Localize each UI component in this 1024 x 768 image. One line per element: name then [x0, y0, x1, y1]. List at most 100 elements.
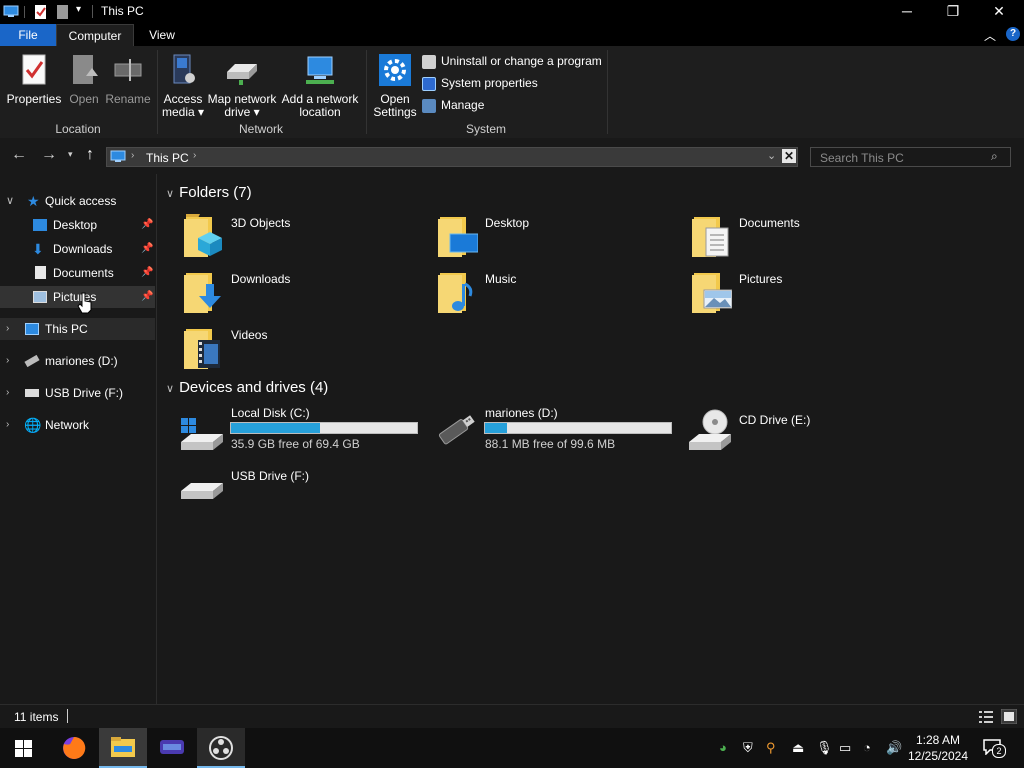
taskbar-app[interactable] [148, 728, 196, 768]
collapse-ribbon-icon[interactable]: ︿ [984, 27, 996, 44]
open-settings-button[interactable]: Open Settings [371, 54, 419, 119]
open-settings-label-line2: Settings [373, 105, 417, 119]
nav-network[interactable]: › 🌐 Network [0, 414, 155, 436]
new-folder-quick-icon[interactable] [57, 4, 69, 20]
close-button[interactable]: ✕ [976, 0, 1022, 24]
expand-chevron-icon[interactable]: › [6, 318, 9, 340]
location-icon[interactable]: ◔ [863, 740, 871, 755]
minimize-button[interactable]: ─ [884, 0, 930, 24]
folder-3d-objects[interactable]: 3D Objects [184, 214, 424, 264]
drive-usage-fill [485, 423, 508, 433]
breadcrumb-separator-icon[interactable]: › [193, 150, 196, 161]
desktop-icon [33, 219, 47, 231]
recent-locations-chevron-icon[interactable]: ▾ [68, 149, 73, 160]
breadcrumb-this-pc[interactable]: This PC [146, 151, 189, 165]
drive-d[interactable]: mariones (D:) 88.1 MB free of 99.6 MB [433, 406, 678, 462]
network-status-icon[interactable]: ▭ [839, 740, 851, 756]
map-network-drive-button[interactable]: Map network drive ▾ [206, 54, 278, 119]
add-network-location-button[interactable]: Add a network location [280, 54, 360, 119]
usb-eject-icon[interactable]: ⏏ [792, 740, 804, 756]
system-properties-button[interactable]: System properties [422, 74, 538, 92]
folder-music[interactable]: Music [438, 270, 678, 320]
open-button[interactable]: Open [64, 54, 104, 106]
tab-computer[interactable]: Computer [56, 24, 134, 46]
folder-videos[interactable]: Videos [184, 326, 424, 376]
windows-start-icon[interactable] [15, 740, 33, 758]
expand-chevron-icon[interactable]: › [6, 382, 9, 404]
up-arrow-icon[interactable]: ↑ [86, 146, 94, 164]
folder-desktop[interactable]: Desktop [438, 214, 678, 264]
status-bar: 11 items [0, 704, 1024, 729]
folder-documents[interactable]: Documents [692, 214, 932, 264]
this-pc-icon [110, 150, 126, 162]
details-view-icon[interactable] [978, 710, 994, 724]
ribbon: Properties Open Rename Location Access m… [0, 46, 1024, 139]
drive-e[interactable]: CD Drive (E:) [687, 406, 932, 462]
properties-quick-icon[interactable] [34, 4, 48, 20]
taskbar-firefox[interactable] [50, 728, 98, 768]
rename-button[interactable]: Rename [104, 54, 152, 106]
forward-arrow-icon[interactable]: → [41, 146, 57, 164]
title-bar: ▾ This PC ─ ❐ ✕ [0, 0, 1024, 24]
uninstall-label: Uninstall or change a program [441, 54, 602, 68]
search-box[interactable]: ⌕ [810, 147, 1011, 167]
nav-drive-d[interactable]: › mariones (D:) [0, 350, 155, 372]
address-dropdown-icon[interactable]: ⌄ [767, 149, 776, 162]
videos-folder-icon [184, 329, 220, 369]
store-tray-icon[interactable]: ◕ [719, 740, 727, 755]
clock[interactable]: 1:28 AM 12/25/2024 [906, 732, 970, 764]
documents-folder-icon [692, 217, 729, 257]
search-tray-icon[interactable]: ⚲ [766, 740, 776, 756]
tab-view[interactable]: View [136, 24, 188, 46]
expand-chevron-icon[interactable]: › [6, 350, 9, 372]
restore-button[interactable]: ❐ [930, 0, 976, 24]
nav-this-pc[interactable]: › This PC [0, 318, 155, 340]
drive-name: USB Drive (F:) [231, 469, 309, 483]
back-arrow-icon[interactable]: ← [11, 146, 27, 164]
folder-downloads[interactable]: Downloads [184, 270, 424, 320]
taskbar-file-explorer[interactable] [99, 728, 147, 768]
drive-name: Local Disk (C:) [231, 406, 310, 420]
customize-quick-access-icon[interactable]: ▾ [76, 4, 81, 15]
nav-drive-f[interactable]: › USB Drive (F:) [0, 382, 155, 404]
tab-file[interactable]: File [0, 24, 56, 46]
folder-name: Pictures [739, 272, 783, 286]
nav-item-label: Downloads [53, 242, 113, 256]
nav-item-desktop[interactable]: Desktop 📌 [0, 214, 155, 236]
properties-button[interactable]: Properties [4, 54, 64, 106]
volume-icon[interactable]: 🔊 [886, 740, 902, 756]
taskbar-obs[interactable] [197, 728, 245, 768]
usb-drive-icon [181, 483, 223, 499]
large-icons-view-icon[interactable] [1001, 709, 1017, 724]
microphone-icon[interactable]: 🎙 [816, 740, 833, 756]
expand-chevron-icon[interactable]: › [6, 414, 9, 436]
search-input[interactable] [818, 150, 992, 166]
nav-item-documents[interactable]: Documents 📌 [0, 262, 155, 284]
system-properties-label: System properties [441, 76, 538, 90]
uninstall-program-button[interactable]: Uninstall or change a program [422, 52, 602, 70]
drive-c[interactable]: Local Disk (C:) 35.9 GB free of 69.4 GB [179, 406, 424, 462]
folders-group-header[interactable]: ∨ Folders (7) [166, 184, 252, 201]
folder-name: Desktop [485, 216, 530, 230]
manage-label: Manage [441, 98, 485, 112]
local-disk-windows-icon [181, 418, 223, 450]
folder-pictures[interactable]: Pictures [692, 270, 932, 320]
devices-group-header[interactable]: ∨ Devices and drives (4) [166, 379, 328, 396]
nav-item-downloads[interactable]: ⬇ Downloads 📌 [0, 238, 155, 260]
security-shield-icon[interactable]: ⛨ [743, 740, 753, 756]
nav-quick-access[interactable]: ∨ ★ Quick access [0, 190, 155, 212]
help-icon[interactable]: ? [1006, 27, 1020, 41]
search-icon[interactable]: ⌕ [991, 149, 998, 164]
manage-button[interactable]: Manage [422, 96, 484, 114]
clear-address-icon[interactable]: ✕ [782, 149, 796, 163]
collapse-chevron-icon[interactable]: ∨ [166, 383, 174, 395]
expand-chevron-icon[interactable]: ∨ [6, 190, 14, 212]
breadcrumb-separator-icon: › [131, 150, 135, 161]
collapse-chevron-icon[interactable]: ∨ [166, 188, 174, 200]
drive-f[interactable]: USB Drive (F:) [179, 469, 424, 525]
this-pc-icon [25, 323, 39, 335]
access-media-button[interactable]: Access media ▾ [160, 54, 206, 119]
devices-header-label: Devices and drives (4) [179, 379, 329, 396]
address-bar[interactable]: › This PC › ⌄ [106, 147, 798, 167]
action-center-button[interactable]: 2 [983, 739, 1006, 758]
